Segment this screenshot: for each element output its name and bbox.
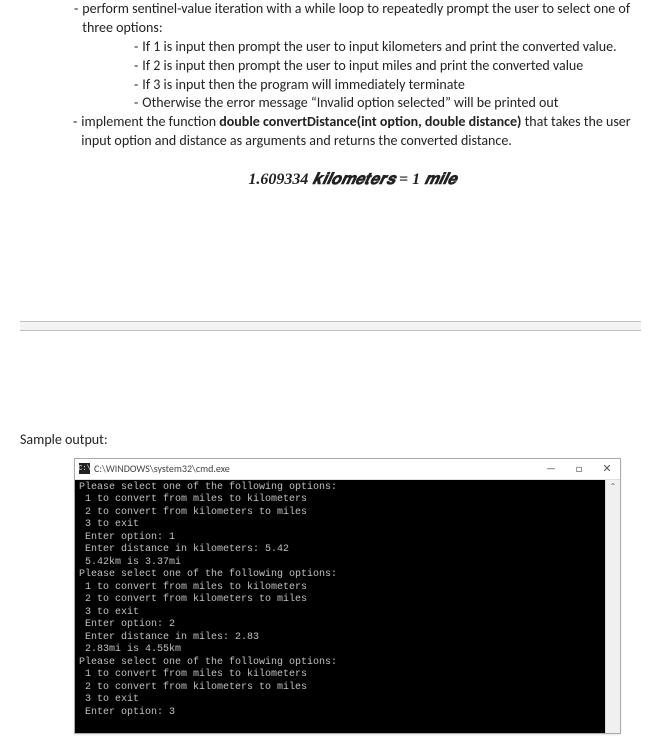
scroll-up-icon[interactable]: ⌃ bbox=[606, 480, 620, 494]
maximize-button[interactable]: □ bbox=[573, 463, 585, 474]
dash-icon: - bbox=[73, 113, 77, 132]
cmd-title-text: C:\WINDOWS\system32\cmd.exe bbox=[94, 462, 230, 475]
cmd-title-left: C:\ C:\WINDOWS\system32\cmd.exe bbox=[79, 462, 230, 475]
instructions-block: - perform sentinel-value iteration with … bbox=[74, 0, 631, 191]
divider-line-bottom bbox=[20, 330, 641, 331]
cmd-icon: C:\ bbox=[79, 463, 90, 474]
page-divider bbox=[20, 321, 641, 331]
cmd-body-wrap: Please select one of the following optio… bbox=[75, 480, 620, 734]
dash-icon: - bbox=[74, 0, 78, 19]
bullet-main-2: - implement the function double convertD… bbox=[73, 113, 631, 151]
minimize-button[interactable]: — bbox=[545, 463, 557, 474]
bullet-main-1-text: perform sentinel-value iteration with a … bbox=[82, 0, 631, 38]
bullet-main-2-prefix: implement the function bbox=[81, 113, 219, 130]
conversion-formula: 1.609334 𝒌𝒊𝒍𝒐𝒎𝒆𝒕𝒆𝒓𝒔 = 1 𝒎𝒊𝒍𝒆 bbox=[74, 169, 631, 191]
cmd-window: C:\ C:\WINDOWS\system32\cmd.exe — □ ✕ Pl… bbox=[74, 458, 621, 735]
sub-bullet-4-text: Otherwise the error message “Invalid opt… bbox=[142, 94, 558, 113]
sub-bullet-2: - If 2 is input then prompt the user to … bbox=[134, 57, 631, 76]
cmd-scrollbar[interactable]: ⌃ bbox=[605, 480, 620, 734]
sub-bullet-1: - If 1 is input then prompt the user to … bbox=[134, 38, 631, 57]
sample-output-label: Sample output: bbox=[20, 431, 641, 448]
sub-bullet-1-text: If 1 is input then prompt the user to in… bbox=[142, 38, 616, 57]
sub-bullet-2-text: If 2 is input then prompt the user to in… bbox=[142, 57, 583, 76]
dash-icon: - bbox=[134, 76, 138, 95]
cmd-titlebar[interactable]: C:\ C:\WINDOWS\system32\cmd.exe — □ ✕ bbox=[75, 459, 620, 480]
sub-bullet-list: - If 1 is input then prompt the user to … bbox=[134, 38, 631, 114]
document-page: - perform sentinel-value iteration with … bbox=[0, 0, 661, 754]
sub-bullet-4: - Otherwise the error message “Invalid o… bbox=[134, 94, 631, 113]
bullet-main-1: - perform sentinel-value iteration with … bbox=[74, 0, 631, 38]
dash-icon: - bbox=[134, 57, 138, 76]
dash-icon: - bbox=[134, 94, 138, 113]
cmd-output[interactable]: Please select one of the following optio… bbox=[75, 480, 605, 734]
bullet-main-2-text: implement the function double convertDis… bbox=[81, 113, 631, 151]
divider-gap bbox=[20, 322, 641, 330]
dash-icon: - bbox=[134, 38, 138, 57]
function-signature: double convertDistance(int option, doubl… bbox=[219, 113, 521, 130]
sub-bullet-3-text: If 3 is input then the program will imme… bbox=[142, 76, 465, 95]
close-button[interactable]: ✕ bbox=[601, 463, 613, 474]
console-container: C:\ C:\WINDOWS\system32\cmd.exe — □ ✕ Pl… bbox=[74, 458, 621, 735]
window-controls: — □ ✕ bbox=[545, 463, 619, 474]
sub-bullet-3: - If 3 is input then the program will im… bbox=[134, 76, 631, 95]
